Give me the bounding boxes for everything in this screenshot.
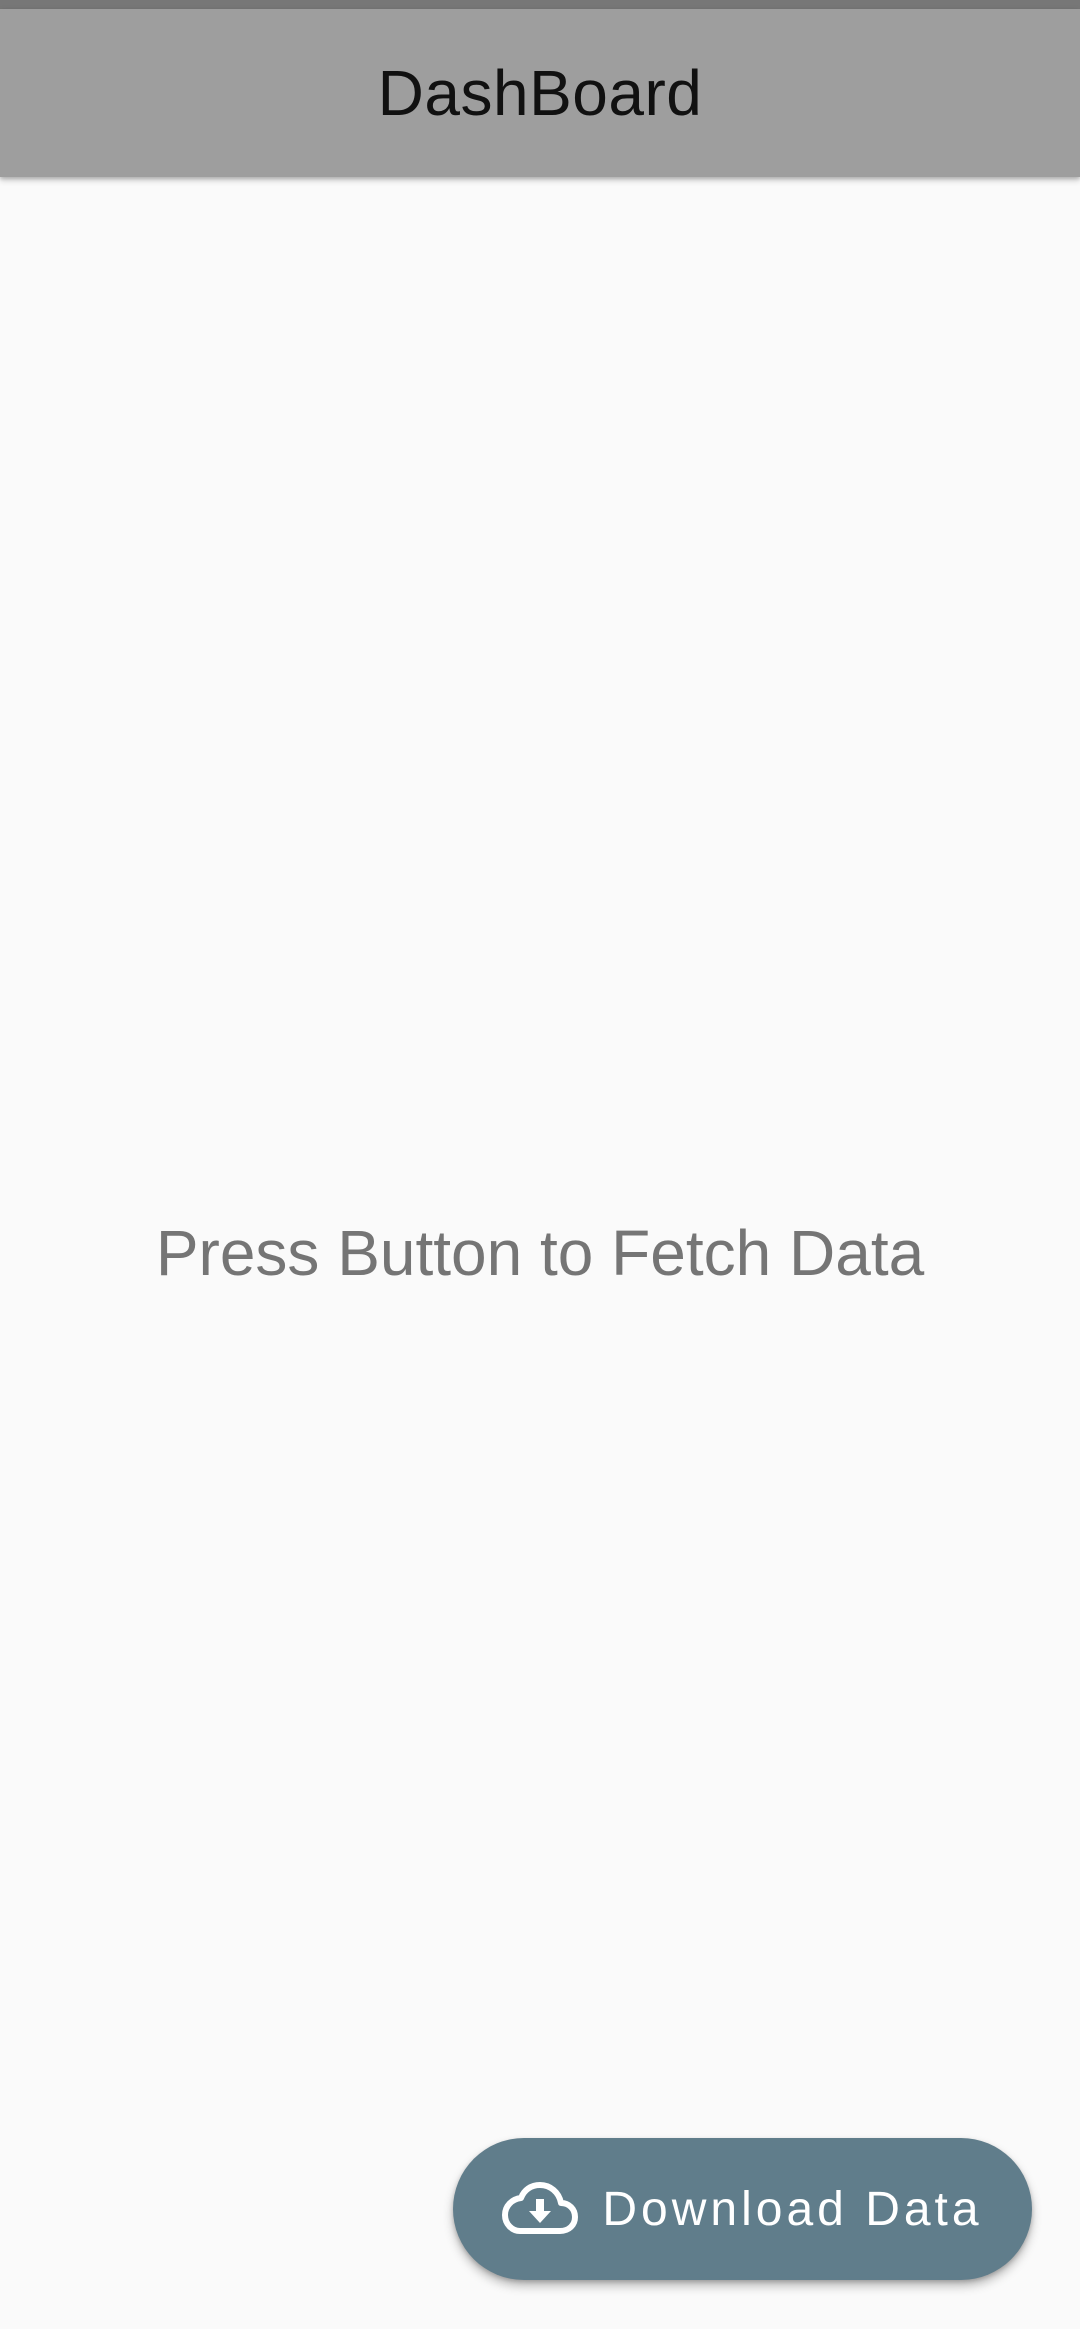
page-title: DashBoard: [377, 57, 703, 129]
download-data-button[interactable]: Download Data: [453, 2138, 1032, 2280]
app-bar: DashBoard: [0, 9, 1080, 177]
download-data-button-label: Download Data: [602, 2182, 983, 2236]
status-bar: [0, 0, 1080, 9]
screen: DashBoard Press Button to Fetch Data Dow…: [0, 0, 1080, 2329]
cloud-download-icon: [502, 2181, 579, 2237]
empty-state-message: Press Button to Fetch Data: [155, 1217, 925, 1289]
